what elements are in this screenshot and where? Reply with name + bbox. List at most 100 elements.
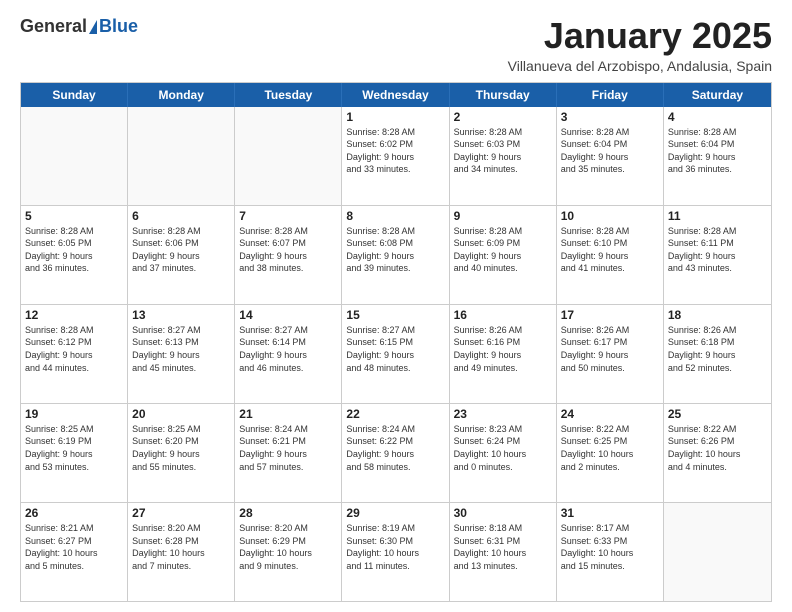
day-number: 21	[239, 407, 337, 421]
day-info: Sunrise: 8:28 AM Sunset: 6:03 PM Dayligh…	[454, 126, 552, 176]
week-row-1: 1 Sunrise: 8:28 AM Sunset: 6:02 PM Daylig…	[21, 107, 771, 205]
day-number: 15	[346, 308, 444, 322]
week-row-4: 19Sunrise: 8:25 AM Sunset: 6:19 PM Dayli…	[21, 403, 771, 502]
title-section: January 2025 Villanueva del Arzobispo, A…	[508, 16, 772, 74]
week-row-2: 5 Sunrise: 8:28 AM Sunset: 6:05 PM Daylig…	[21, 205, 771, 304]
day-number: 26	[25, 506, 123, 520]
logo-triangle-icon	[89, 20, 97, 34]
day-info: Sunrise: 8:28 AM Sunset: 6:04 PM Dayligh…	[668, 126, 767, 176]
day-number: 16	[454, 308, 552, 322]
day-number: 7	[239, 209, 337, 223]
day-info: Sunrise: 8:28 AM Sunset: 6:02 PM Dayligh…	[346, 126, 444, 176]
header-day-friday: Friday	[557, 83, 664, 107]
header-day-sunday: Sunday	[21, 83, 128, 107]
day-number: 27	[132, 506, 230, 520]
day-info: Sunrise: 8:20 AM Sunset: 6:28 PM Dayligh…	[132, 522, 230, 572]
header-day-tuesday: Tuesday	[235, 83, 342, 107]
day-info: Sunrise: 8:25 AM Sunset: 6:20 PM Dayligh…	[132, 423, 230, 473]
day-info: Sunrise: 8:27 AM Sunset: 6:13 PM Dayligh…	[132, 324, 230, 374]
logo: General Blue	[20, 16, 138, 37]
week-row-5: 26 Sunrise: 8:21 AM Sunset: 6:27 PM Dayli…	[21, 502, 771, 601]
day-number: 30	[454, 506, 552, 520]
day-cell-2: 2 Sunrise: 8:28 AM Sunset: 6:03 PM Daylig…	[450, 107, 557, 205]
day-info: Sunrise: 8:28 AM Sunset: 6:10 PM Dayligh…	[561, 225, 659, 275]
day-info: Sunrise: 8:28 AM Sunset: 6:12 PM Dayligh…	[25, 324, 123, 374]
day-cell-26: 26 Sunrise: 8:21 AM Sunset: 6:27 PM Dayli…	[21, 503, 128, 601]
day-number: 25	[668, 407, 767, 421]
day-info: Sunrise: 8:17 AM Sunset: 6:33 PM Dayligh…	[561, 522, 659, 572]
header-day-wednesday: Wednesday	[342, 83, 449, 107]
day-info: Sunrise: 8:28 AM Sunset: 6:09 PM Dayligh…	[454, 225, 552, 275]
day-number: 18	[668, 308, 767, 322]
day-info: Sunrise: 8:26 AM Sunset: 6:16 PM Dayligh…	[454, 324, 552, 374]
day-cell-18: 18 Sunrise: 8:26 AM Sunset: 6:18 PM Dayli…	[664, 305, 771, 403]
day-cell-5: 5 Sunrise: 8:28 AM Sunset: 6:05 PM Daylig…	[21, 206, 128, 304]
day-info: Sunrise: 8:26 AM Sunset: 6:17 PM Dayligh…	[561, 324, 659, 374]
day-info: Sunrise: 8:24 AM Sunset: 6:22 PM Dayligh…	[346, 423, 444, 473]
calendar: SundayMondayTuesdayWednesdayThursdayFrid…	[20, 82, 772, 602]
page-container: General Blue January 2025 Villanueva del…	[0, 0, 792, 612]
day-cell-empty-0-0	[21, 107, 128, 205]
day-cell-24: 24 Sunrise: 8:22 AM Sunset: 6:25 PM Dayli…	[557, 404, 664, 502]
header-day-monday: Monday	[128, 83, 235, 107]
day-number: 4	[668, 110, 767, 124]
day-info: Sunrise: 8:28 AM Sunset: 6:04 PM Dayligh…	[561, 126, 659, 176]
day-number: 14	[239, 308, 337, 322]
day-cell-7: 7 Sunrise: 8:28 AM Sunset: 6:07 PM Daylig…	[235, 206, 342, 304]
day-info: Sunrise: 8:28 AM Sunset: 6:07 PM Dayligh…	[239, 225, 337, 275]
day-cell-6: 6Sunrise: 8:28 AM Sunset: 6:06 PM Daylig…	[128, 206, 235, 304]
day-cell-8: 8Sunrise: 8:28 AM Sunset: 6:08 PM Daylig…	[342, 206, 449, 304]
day-info: Sunrise: 8:26 AM Sunset: 6:18 PM Dayligh…	[668, 324, 767, 374]
day-info: Sunrise: 8:22 AM Sunset: 6:25 PM Dayligh…	[561, 423, 659, 473]
day-info: Sunrise: 8:28 AM Sunset: 6:11 PM Dayligh…	[668, 225, 767, 275]
day-cell-14: 14Sunrise: 8:27 AM Sunset: 6:14 PM Dayli…	[235, 305, 342, 403]
day-cell-9: 9Sunrise: 8:28 AM Sunset: 6:09 PM Daylig…	[450, 206, 557, 304]
day-cell-11: 11 Sunrise: 8:28 AM Sunset: 6:11 PM Dayli…	[664, 206, 771, 304]
day-number: 3	[561, 110, 659, 124]
day-cell-3: 3 Sunrise: 8:28 AM Sunset: 6:04 PM Daylig…	[557, 107, 664, 205]
logo-general-text: General	[20, 16, 87, 37]
day-cell-25: 25 Sunrise: 8:22 AM Sunset: 6:26 PM Dayli…	[664, 404, 771, 502]
day-cell-16: 16 Sunrise: 8:26 AM Sunset: 6:16 PM Dayli…	[450, 305, 557, 403]
day-number: 24	[561, 407, 659, 421]
header-day-thursday: Thursday	[450, 83, 557, 107]
day-cell-22: 22 Sunrise: 8:24 AM Sunset: 6:22 PM Dayli…	[342, 404, 449, 502]
day-number: 28	[239, 506, 337, 520]
day-number: 17	[561, 308, 659, 322]
month-title: January 2025	[508, 16, 772, 56]
day-info: Sunrise: 8:18 AM Sunset: 6:31 PM Dayligh…	[454, 522, 552, 572]
day-cell-27: 27 Sunrise: 8:20 AM Sunset: 6:28 PM Dayli…	[128, 503, 235, 601]
calendar-body: 1 Sunrise: 8:28 AM Sunset: 6:02 PM Daylig…	[21, 107, 771, 601]
day-cell-19: 19Sunrise: 8:25 AM Sunset: 6:19 PM Dayli…	[21, 404, 128, 502]
day-number: 6	[132, 209, 230, 223]
day-number: 22	[346, 407, 444, 421]
day-cell-29: 29Sunrise: 8:19 AM Sunset: 6:30 PM Dayli…	[342, 503, 449, 601]
header-day-saturday: Saturday	[664, 83, 771, 107]
day-number: 5	[25, 209, 123, 223]
day-cell-15: 15 Sunrise: 8:27 AM Sunset: 6:15 PM Dayli…	[342, 305, 449, 403]
day-cell-empty-4-6	[664, 503, 771, 601]
day-info: Sunrise: 8:19 AM Sunset: 6:30 PM Dayligh…	[346, 522, 444, 572]
day-info: Sunrise: 8:25 AM Sunset: 6:19 PM Dayligh…	[25, 423, 123, 473]
day-number: 10	[561, 209, 659, 223]
week-row-3: 12 Sunrise: 8:28 AM Sunset: 6:12 PM Dayli…	[21, 304, 771, 403]
day-cell-30: 30 Sunrise: 8:18 AM Sunset: 6:31 PM Dayli…	[450, 503, 557, 601]
day-number: 11	[668, 209, 767, 223]
day-info: Sunrise: 8:24 AM Sunset: 6:21 PM Dayligh…	[239, 423, 337, 473]
day-info: Sunrise: 8:28 AM Sunset: 6:05 PM Dayligh…	[25, 225, 123, 275]
day-info: Sunrise: 8:27 AM Sunset: 6:15 PM Dayligh…	[346, 324, 444, 374]
day-info: Sunrise: 8:21 AM Sunset: 6:27 PM Dayligh…	[25, 522, 123, 572]
day-cell-21: 21 Sunrise: 8:24 AM Sunset: 6:21 PM Dayli…	[235, 404, 342, 502]
location-title: Villanueva del Arzobispo, Andalusia, Spa…	[508, 58, 772, 74]
day-number: 13	[132, 308, 230, 322]
day-cell-20: 20Sunrise: 8:25 AM Sunset: 6:20 PM Dayli…	[128, 404, 235, 502]
day-number: 1	[346, 110, 444, 124]
calendar-header: SundayMondayTuesdayWednesdayThursdayFrid…	[21, 83, 771, 107]
day-number: 12	[25, 308, 123, 322]
day-number: 2	[454, 110, 552, 124]
day-cell-12: 12 Sunrise: 8:28 AM Sunset: 6:12 PM Dayli…	[21, 305, 128, 403]
day-info: Sunrise: 8:22 AM Sunset: 6:26 PM Dayligh…	[668, 423, 767, 473]
day-number: 31	[561, 506, 659, 520]
day-cell-empty-0-1	[128, 107, 235, 205]
day-cell-1: 1 Sunrise: 8:28 AM Sunset: 6:02 PM Daylig…	[342, 107, 449, 205]
